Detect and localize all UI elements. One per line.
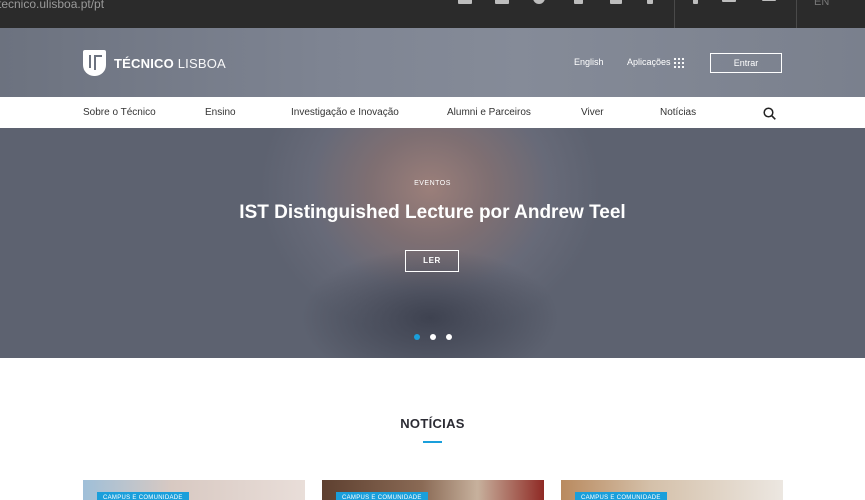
hero-category-tag: EVENTOS <box>414 180 451 187</box>
apps-link[interactable]: Aplicações <box>627 57 671 67</box>
news-card-badge: CAMPUS E COMUNIDADE <box>575 492 667 500</box>
url-text[interactable]: tecnico.ulisboa.pt/pt <box>0 0 104 11</box>
apps-grid-icon[interactable] <box>673 57 684 68</box>
read-button[interactable]: LER <box>405 250 459 272</box>
topbar-spacer <box>745 0 746 28</box>
user-icon[interactable] <box>458 0 472 4</box>
news-card[interactable]: CAMPUS E COMUNIDADE <box>561 480 783 500</box>
site-header: TÉCNICO LISBOA English Aplicações Entrar <box>0 28 865 97</box>
nav-item-alumni[interactable]: Alumni e Parceiros <box>447 107 531 118</box>
news-card[interactable]: CAMPUS E COMUNIDADE <box>83 480 305 500</box>
language-switch[interactable]: EN <box>814 0 829 8</box>
news-card-badge: CAMPUS E COMUNIDADE <box>97 492 189 500</box>
globe-icon[interactable] <box>533 0 545 4</box>
phone-icon[interactable] <box>574 0 583 4</box>
nav-item-ensino[interactable]: Ensino <box>205 107 236 118</box>
shield-logo-icon <box>83 50 106 76</box>
facebook-icon[interactable] <box>693 0 698 4</box>
mobile-icon[interactable] <box>647 0 653 4</box>
title-underline <box>423 441 442 443</box>
twitter-icon[interactable] <box>722 0 736 2</box>
tecnico-logo[interactable]: TÉCNICO LISBOA <box>83 50 226 76</box>
carousel-dot-2[interactable] <box>430 334 436 340</box>
topbar-divider-2 <box>796 0 797 28</box>
people-icon[interactable] <box>610 0 622 4</box>
top-utility-bar: tecnico.ulisboa.pt/pt EN <box>0 0 865 28</box>
mail-icon[interactable] <box>495 0 509 4</box>
nav-item-investigacao[interactable]: Investigação e Inovação <box>291 107 399 118</box>
hero-carousel: EVENTOS IST Distinguished Lecture por An… <box>0 128 865 358</box>
english-link[interactable]: English <box>574 57 604 67</box>
nav-item-sobre[interactable]: Sobre o Técnico <box>83 107 156 118</box>
carousel-dot-1[interactable] <box>414 334 420 340</box>
menu-icon[interactable] <box>762 0 776 1</box>
brand-name: TÉCNICO LISBOA <box>114 56 226 71</box>
nav-item-viver[interactable]: Viver <box>581 107 604 118</box>
news-card[interactable]: CAMPUS E COMUNIDADE <box>322 480 544 500</box>
news-card-badge: CAMPUS E COMUNIDADE <box>336 492 428 500</box>
search-icon[interactable] <box>763 107 776 120</box>
carousel-dot-3[interactable] <box>446 334 452 340</box>
hero-title: IST Distinguished Lecture por Andrew Tee… <box>239 202 626 223</box>
topbar-divider <box>674 0 675 28</box>
brand-light: LISBOA <box>177 55 226 71</box>
brand-bold: TÉCNICO <box>114 55 174 71</box>
news-section-title: NOTÍCIAS <box>400 416 465 431</box>
login-button[interactable]: Entrar <box>710 53 782 73</box>
main-nav: Sobre o Técnico Ensino Investigação e In… <box>0 97 865 128</box>
nav-item-noticias[interactable]: Notícias <box>660 107 696 118</box>
